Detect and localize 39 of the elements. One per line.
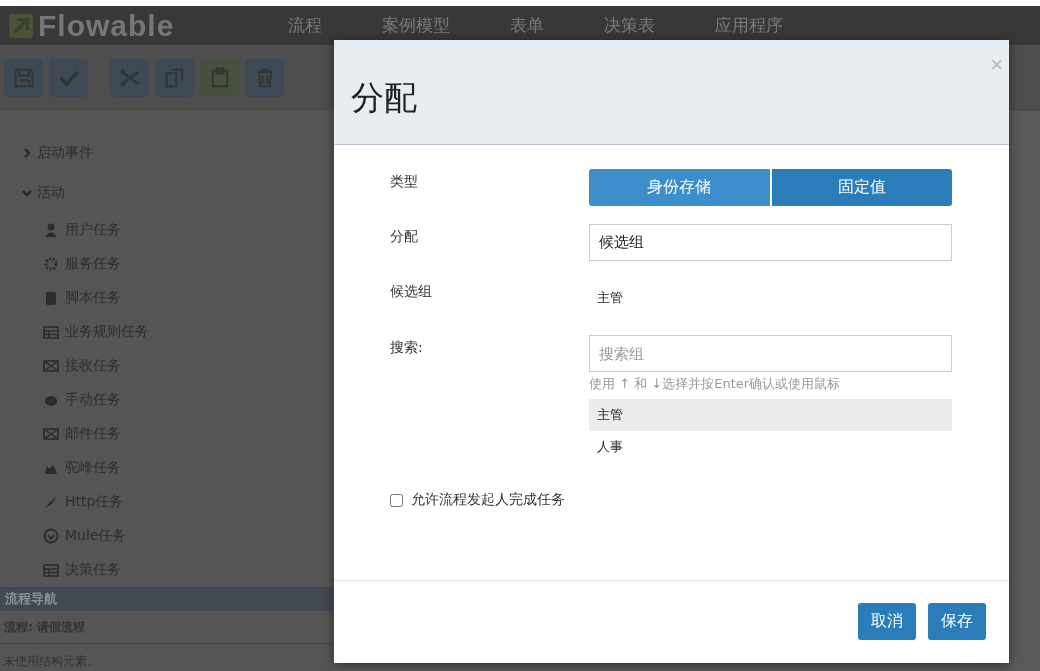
paste-icon[interactable] [200, 59, 239, 97]
logo-text: Flowable [38, 8, 175, 43]
checkbox[interactable] [390, 493, 403, 507]
search-field[interactable]: 搜索组 [589, 335, 952, 372]
navigator-header: 流程导航 [0, 587, 333, 611]
user-icon [43, 222, 59, 238]
check-icon[interactable] [49, 59, 88, 97]
mule-icon [43, 528, 59, 544]
nav-link[interactable]: 表单 [510, 14, 544, 37]
nav-link[interactable]: 决策表 [604, 14, 655, 37]
logo-icon [8, 12, 34, 39]
save-icon[interactable] [4, 59, 43, 97]
search-hint: 使用 ↑ 和 ↓选择并按Enter确认或使用鼠标 [589, 375, 842, 393]
toggle-option[interactable]: 身份存储 [589, 169, 770, 206]
nav-link[interactable]: 应用程序 [715, 14, 783, 37]
assignment-select[interactable]: 候选组 [589, 224, 952, 261]
toggle-option[interactable]: 固定值 [771, 169, 952, 206]
nav-link[interactable]: 案例模型 [382, 14, 450, 37]
envelope-icon [43, 358, 59, 374]
field-label: 候选组 [390, 282, 433, 301]
scissors-icon[interactable] [110, 59, 149, 97]
dialog-title: 分配 [351, 77, 417, 119]
close-button[interactable]: × [988, 54, 1005, 76]
field-label: 分配 [390, 227, 419, 246]
trash-icon[interactable] [245, 59, 284, 97]
copy-icon[interactable] [155, 59, 194, 97]
group-option[interactable]: 主管 [589, 399, 952, 431]
field-label: 类型 [390, 172, 419, 191]
checkbox-label: 允许流程发起人完成任务 [411, 491, 565, 509]
selected-group: 主管 [589, 279, 952, 307]
save-button[interactable]: 保存 [928, 603, 986, 640]
group-option[interactable]: 人事 [589, 431, 952, 463]
cancel-button[interactable]: 取消 [858, 603, 916, 640]
table-icon [43, 562, 59, 578]
nav-link[interactable]: 流程 [288, 14, 322, 37]
envelope-icon [43, 426, 59, 442]
field-label: 搜索: [390, 338, 424, 357]
gear-icon [43, 256, 59, 272]
table-icon [43, 324, 59, 340]
